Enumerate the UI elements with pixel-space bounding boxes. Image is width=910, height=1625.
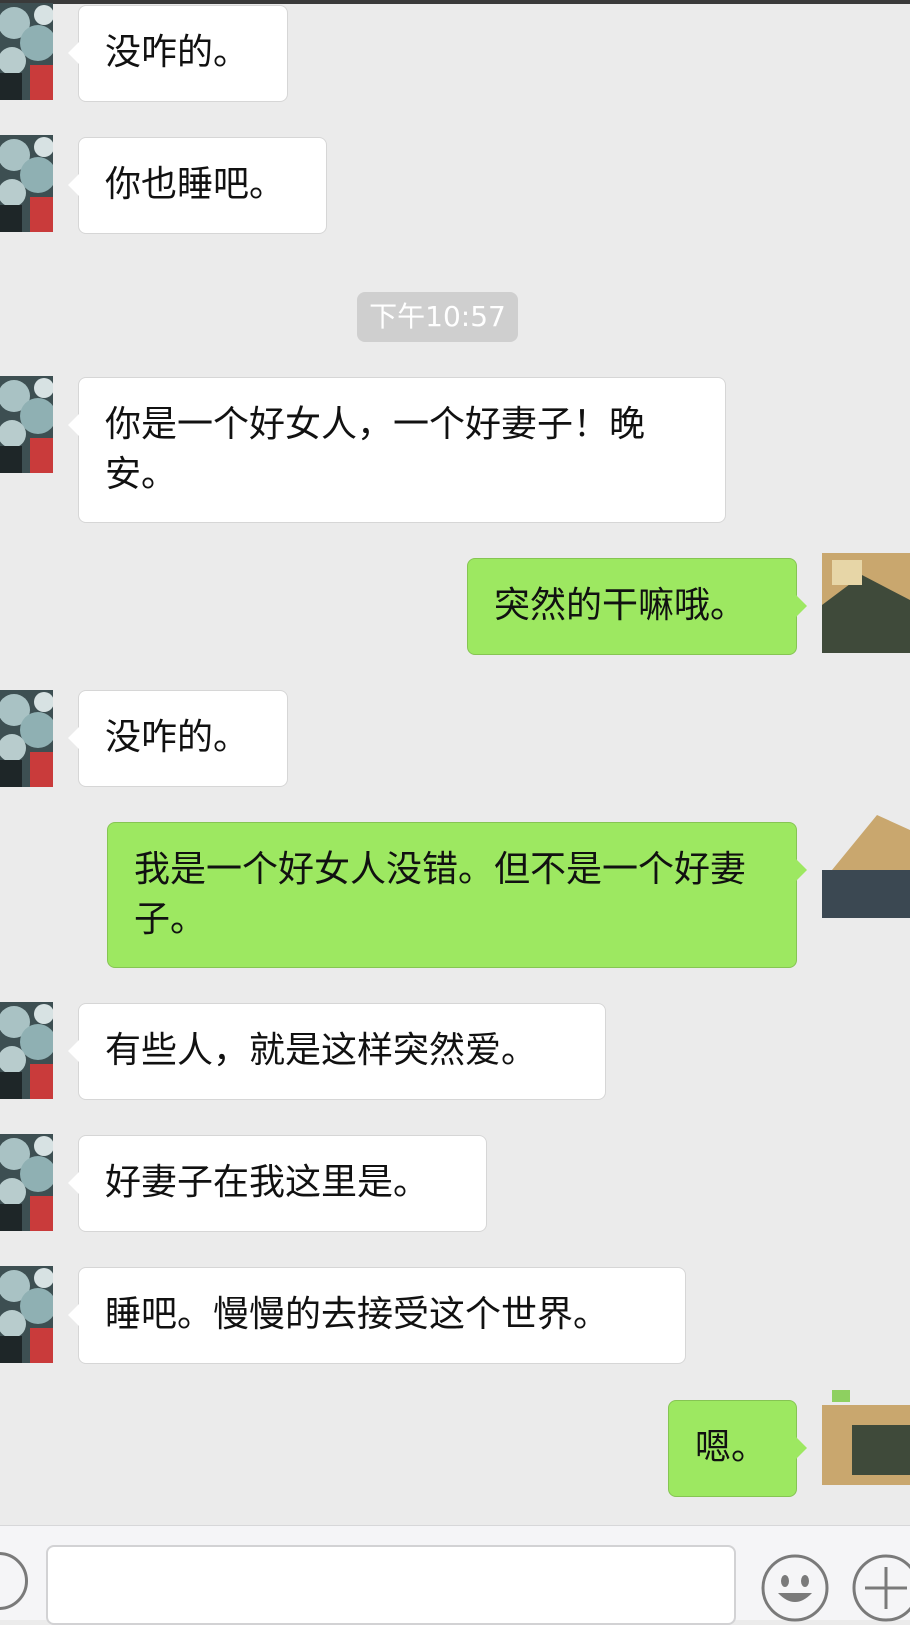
contact-avatar[interactable] (0, 1134, 53, 1231)
message-bubble-incoming[interactable]: 有些人，就是这样突然爱。 (68, 1003, 606, 1100)
message-text: 嗯。 (695, 1427, 768, 1468)
contact-avatar[interactable] (0, 3, 53, 100)
message-text: 突然的干嘛哦。 (494, 585, 747, 626)
message-text: 你也睡吧。 (105, 164, 286, 205)
contact-avatar[interactable] (0, 135, 53, 232)
avatar-image (0, 135, 53, 232)
message-text: 好妻子在我这里是。 (105, 1162, 430, 1203)
self-avatar[interactable] (822, 810, 910, 918)
contact-avatar[interactable] (0, 1266, 53, 1363)
avatar-image (822, 545, 910, 653)
self-avatar[interactable] (822, 1390, 910, 1498)
message-bubble-outgoing[interactable]: 我是一个好女人没错。但不是一个好妻子。 (107, 822, 807, 968)
message-bubble-incoming[interactable]: 没咋的。 (68, 690, 288, 787)
contact-avatar[interactable] (0, 376, 53, 473)
message-bubble-incoming[interactable]: 没咋的。 (68, 5, 288, 102)
message-bubble-outgoing[interactable]: 嗯。 (668, 1400, 807, 1497)
message-text: 你是一个好女人，一个好妻子！晚安。 (105, 404, 646, 495)
message-bubble-incoming[interactable]: 你是一个好女人，一个好妻子！晚安。 (68, 377, 726, 523)
avatar-image (822, 810, 910, 918)
message-text: 有些人，就是这样突然爱。 (105, 1030, 538, 1071)
contact-avatar[interactable] (0, 690, 53, 787)
avatar-image (0, 376, 53, 473)
avatar-image (0, 1002, 53, 1099)
plus-icon[interactable] (851, 1553, 910, 1623)
message-timestamp: 下午10:57 (357, 292, 518, 342)
message-bubble-outgoing[interactable]: 突然的干嘛哦。 (467, 558, 807, 655)
avatar-image (0, 1266, 53, 1363)
message-text: 没咋的。 (105, 717, 250, 758)
avatar-image (822, 1390, 910, 1498)
message-bubble-incoming[interactable]: 好妻子在我这里是。 (68, 1135, 487, 1232)
avatar-image (0, 1134, 53, 1231)
avatar-image (0, 690, 53, 787)
message-input[interactable] (46, 1545, 736, 1625)
message-text: 我是一个好女人没错。但不是一个好妻子。 (134, 849, 747, 940)
emoji-icon[interactable] (760, 1553, 830, 1623)
message-text: 没咋的。 (105, 32, 250, 73)
message-bubble-incoming[interactable]: 睡吧。慢慢的去接受这个世界。 (68, 1267, 686, 1364)
avatar-image (0, 3, 53, 100)
message-text: 睡吧。慢慢的去接受这个世界。 (105, 1294, 610, 1335)
contact-avatar[interactable] (0, 1002, 53, 1099)
status-bar-edge (0, 0, 910, 4)
message-bubble-incoming[interactable]: 你也睡吧。 (68, 137, 327, 234)
self-avatar[interactable] (822, 545, 910, 653)
